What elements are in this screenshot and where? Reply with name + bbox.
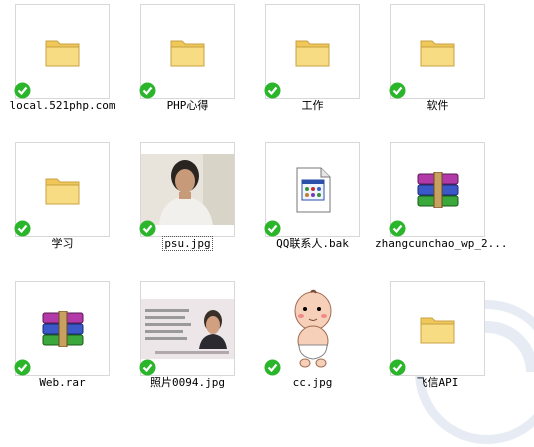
file-name: QQ联系人.bak (250, 237, 375, 251)
file-item-fetion-api[interactable]: 飞信API (375, 277, 500, 411)
file-item-qq-contacts-bak[interactable]: QQ联系人.bak (250, 138, 375, 272)
file-item-php-notes[interactable]: PHP心得 (125, 0, 250, 134)
sync-check-icon (389, 359, 406, 376)
file-item-work[interactable]: 工作 (250, 0, 375, 134)
folder-icon (44, 35, 82, 69)
sync-check-icon (14, 220, 31, 237)
photo-thumbnail (141, 299, 234, 359)
file-name: 照片0094.jpg (125, 376, 250, 390)
sync-check-icon (139, 220, 156, 237)
file-name: Web.rar (0, 376, 125, 390)
sync-check-icon (264, 220, 281, 237)
sync-check-icon (264, 359, 281, 376)
bak-file-icon (293, 166, 333, 214)
file-name: 学习 (0, 237, 125, 251)
winrar-archive-icon (416, 172, 460, 208)
file-item-software[interactable]: 软件 (375, 0, 500, 134)
file-item-study[interactable]: 学习 (0, 138, 125, 272)
photo-thumbnail (141, 154, 234, 225)
file-name: cc.jpg (250, 376, 375, 390)
cartoon-thumbnail (283, 289, 343, 369)
file-name: zhangcunchao_wp_2... (375, 237, 500, 251)
file-item-photo-0094[interactable]: 照片0094.jpg (125, 277, 250, 411)
sync-check-icon (139, 82, 156, 99)
file-item-cc-jpg[interactable]: cc.jpg (250, 277, 375, 411)
sync-check-icon (139, 359, 156, 376)
file-name: 飞信API (375, 376, 500, 390)
file-name: psu.jpg (125, 237, 250, 251)
file-item-psu-jpg[interactable]: psu.jpg (125, 138, 250, 272)
file-item-local-521php[interactable]: local.521php.com (0, 0, 125, 134)
sync-check-icon (389, 220, 406, 237)
file-item-web-rar[interactable]: Web.rar (0, 277, 125, 411)
folder-icon (294, 35, 332, 69)
folder-icon (419, 312, 457, 346)
file-item-zhangcunchao-rar[interactable]: zhangcunchao_wp_2... (375, 138, 500, 272)
sync-check-icon (264, 82, 281, 99)
folder-icon (419, 35, 457, 69)
file-name: 软件 (375, 99, 500, 113)
file-name: 工作 (250, 99, 375, 113)
folder-icon (44, 173, 82, 207)
sync-check-icon (389, 82, 406, 99)
file-name: PHP心得 (125, 99, 250, 113)
folder-icon (169, 35, 207, 69)
winrar-archive-icon (41, 311, 85, 347)
sync-check-icon (14, 359, 31, 376)
sync-check-icon (14, 82, 31, 99)
file-name: local.521php.com (0, 99, 125, 113)
